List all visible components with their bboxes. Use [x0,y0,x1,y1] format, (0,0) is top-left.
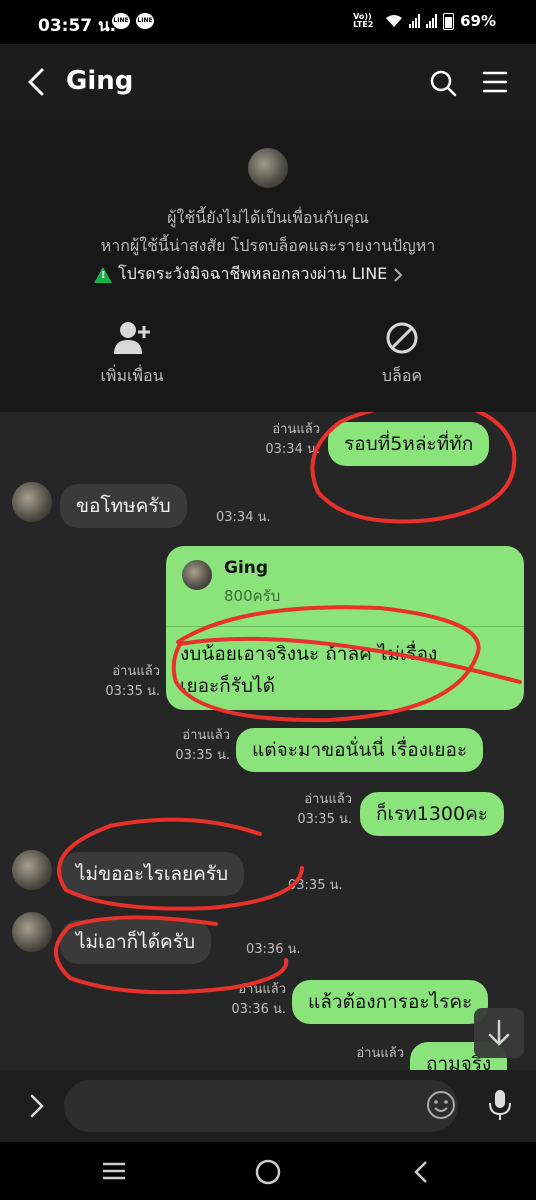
read-receipt: อ่านแล้ว [112,664,160,679]
scam-warning-link[interactable]: ! โปรดระวังมิจฉาชีพหลอกลวงผ่าน LINE [94,262,403,287]
signal-icon [409,14,421,28]
status-right: Vo)) LTE2 69% [353,12,496,30]
outgoing-message[interactable]: ก็เรท1300คะ [360,792,504,836]
avatar[interactable] [12,912,52,952]
warning-icon: ! [94,266,112,283]
read-receipt: อ่านแล้ว [272,422,320,437]
block-label: บล็อค [381,366,423,385]
signal-icon [426,14,438,28]
chat-header: Ging [0,44,536,120]
recents-icon[interactable] [100,1160,128,1182]
notice-line-1: ผู้ใช้นี้ยังไม่ได้เป็นเพื่อนกับคุณ [167,208,369,227]
incoming-message[interactable]: ไม่ขออะไรเลยครับ [60,852,245,896]
message-meta: อ่านแล้ว 03:35 น. [282,790,352,830]
read-receipt: อ่านแล้ว [182,728,230,743]
reply-divider [166,626,524,627]
block-button[interactable]: บล็อค [332,320,472,389]
reply-message[interactable]: Ging 800ครับ งบน้อยเอาจริงนะ ถ้าลค ไม่เร… [166,546,524,710]
scroll-to-bottom-button[interactable] [474,1008,524,1058]
incoming-message[interactable]: ขอโทษครับ [60,484,187,528]
chevron-right-icon[interactable] [26,1092,48,1120]
message-time: 03:35 น. [288,878,343,893]
message-input-bar [0,1070,536,1142]
block-icon [386,322,418,354]
add-friend-icon [114,322,150,354]
chat-area[interactable]: อ่านแล้ว 03:34 น. รอบที่5หล่ะที่ทัก ขอโท… [0,412,536,1070]
chevron-right-icon [394,267,403,282]
message-meta: อ่านแล้ว 03:36 น. [216,980,286,1020]
message-time: 03:34 น. [265,442,320,457]
chat-title: Ging [66,66,134,96]
read-receipt: อ่านแล้ว [356,1046,404,1061]
message-time: 03:35 น. [105,684,160,699]
read-receipt: อ่านแล้ว [304,792,352,807]
notice-line-2: หากผู้ใช้นี้น่าสงสัย โปรดบล็อคและรายงานป… [100,236,436,255]
outgoing-message[interactable]: แต่จะมาขอนั่นนี่ เรื่องเยอะ [236,728,484,772]
network-label: Vo)) LTE2 [353,12,374,29]
line-notification-icon: LINE [136,13,154,29]
avatar[interactable] [12,850,52,890]
home-icon[interactable] [254,1158,282,1186]
message-input[interactable] [64,1080,458,1132]
scam-warning-text: โปรดระวังมิจฉาชีพหลอกลวงผ่าน LINE [118,264,388,283]
quoted-text: 800ครับ [224,587,281,605]
not-friend-notice: ผู้ใช้นี้ยังไม่ได้เป็นเพื่อนกับคุณ หากผู… [0,120,536,412]
arrow-down-icon [488,1019,510,1046]
microphone-icon[interactable] [487,1088,513,1122]
line-notification-icon: LINE [112,13,130,29]
add-friend-label: เพิ่มเพื่อน [100,366,164,385]
message-meta: อ่านแล้ว 03:34 น. [230,420,320,460]
message-time: 03:36 น. [246,942,301,957]
quoted-avatar [182,560,212,590]
message-time: 03:34 น. [216,510,271,525]
message-meta: อ่านแล้ว [334,1044,404,1064]
message-meta: อ่านแล้ว 03:35 น. [90,662,160,702]
outgoing-message[interactable]: แล้วต้องการอะไรคะ [292,980,489,1024]
menu-icon[interactable] [482,70,508,94]
search-icon[interactable] [428,68,458,98]
message-time: 03:35 น. [297,812,352,827]
add-friend-button[interactable]: เพิ่มเพื่อน [62,320,202,389]
message-time: 03:36 น. [231,1002,286,1017]
back-arrow-icon[interactable] [22,66,52,98]
read-receipt: อ่านแล้ว [238,982,286,997]
avatar[interactable] [12,482,52,522]
status-time: 03:57 น. [38,16,117,36]
message-time: 03:35 น. [175,748,230,763]
outgoing-message[interactable]: รอบที่5หล่ะที่ทัก [328,422,490,466]
back-icon[interactable] [410,1158,432,1186]
message-meta: อ่านแล้ว 03:35 น. [160,726,230,766]
system-nav-bar [0,1142,536,1200]
battery-percent: 69% [460,12,496,30]
reply-body: งบน้อยเอาจริงนะ ถ้าลค ไม่เรื่อง เยอะก็รั… [180,643,438,697]
status-bar: 03:57 น. LINE LINE Vo)) LTE2 69% [0,0,536,44]
battery-icon [443,12,455,30]
emoji-icon[interactable] [425,1089,457,1121]
quoted-name: Ging [224,558,269,578]
incoming-message[interactable]: ไม่เอาก็ได้ครับ [60,920,212,964]
wifi-icon [386,15,403,27]
avatar[interactable] [248,148,288,188]
